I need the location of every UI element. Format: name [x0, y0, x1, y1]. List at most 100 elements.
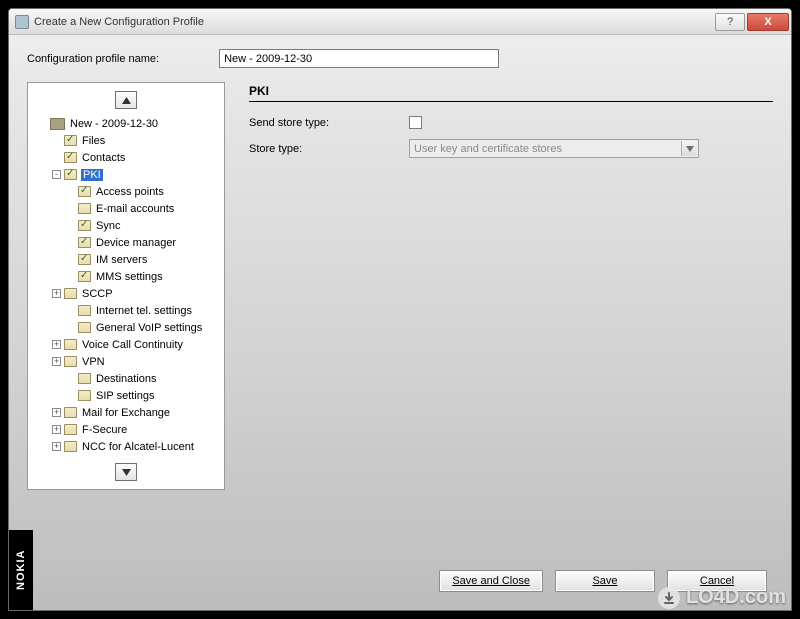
folder-icon [64, 169, 77, 180]
tree-item[interactable]: + MMS settings [64, 268, 218, 285]
close-button[interactable]: X [747, 13, 789, 31]
tree-item-label: Access points [95, 186, 165, 198]
expand-blank-icon: + [66, 238, 75, 247]
profile-name-input[interactable] [219, 49, 499, 68]
tree-item-label: SIP settings [95, 390, 156, 402]
tree-item-label: Files [81, 135, 106, 147]
folder-icon [64, 339, 77, 350]
tree-item[interactable]: +IM servers [64, 251, 218, 268]
download-icon [658, 587, 680, 609]
tree-item[interactable]: +Internet tel. settings [64, 302, 218, 319]
send-store-type-checkbox[interactable] [409, 116, 422, 129]
folder-icon [64, 441, 77, 452]
folder-icon [78, 373, 91, 384]
tree-item-label: General VoIP settings [95, 322, 203, 334]
expand-blank-icon: + [66, 374, 75, 383]
expand-plus-icon[interactable]: + [52, 289, 61, 298]
expand-plus-icon[interactable]: + [52, 357, 61, 366]
store-type-value: User key and certificate stores [414, 143, 562, 155]
expand-blank-icon: + [52, 136, 61, 145]
tree-item[interactable]: + NCC for Alcatel-Lucent [50, 438, 218, 455]
tree-item[interactable]: + General VoIP settings [64, 319, 218, 336]
window-chrome: Create a New Configuration Profile ? X C… [8, 8, 792, 611]
store-type-label: Store type: [249, 143, 409, 155]
tree-item[interactable]: - PKI [50, 166, 218, 183]
expand-plus-icon[interactable]: + [52, 408, 61, 417]
expand-plus-icon[interactable]: + [52, 340, 61, 349]
expand-blank-icon: + [66, 323, 75, 332]
profile-name-row: Configuration profile name: [27, 49, 773, 68]
titlebar: Create a New Configuration Profile ? X [9, 9, 791, 35]
tree-item[interactable]: + SCCP [50, 285, 218, 302]
tree-scroll-down-button[interactable] [115, 463, 137, 481]
expand-blank-icon: + [66, 204, 75, 213]
tree-item[interactable]: + E-mail accounts [64, 200, 218, 217]
folder-icon [64, 407, 77, 418]
tree-item-label: MMS settings [95, 271, 164, 283]
expand-blank-icon: + [66, 272, 75, 281]
send-store-type-label: Send store type: [249, 117, 409, 129]
send-store-type-row: Send store type: [249, 116, 773, 129]
tree-item[interactable]: + VPN [50, 353, 218, 370]
tree-item-label: Contacts [81, 152, 126, 164]
expand-plus-icon[interactable]: + [52, 425, 61, 434]
folder-icon [78, 237, 91, 248]
triangle-up-icon [122, 97, 131, 104]
folder-icon [78, 390, 91, 401]
tree-item-label: Destinations [95, 373, 158, 385]
folder-icon [78, 271, 91, 282]
folder-icon [64, 288, 77, 299]
tree-root[interactable]: + New - 2009-12-30 [36, 115, 218, 132]
folder-icon [64, 424, 77, 435]
tree-item-label: VPN [81, 356, 106, 368]
tree-item[interactable]: + Sync [64, 217, 218, 234]
folder-icon [64, 356, 77, 367]
tree-item[interactable]: + Contacts [50, 149, 218, 166]
tree-item-label: Device manager [95, 237, 177, 249]
tree-item[interactable]: + Destinations [64, 370, 218, 387]
folder-icon [78, 186, 91, 197]
expand-blank-icon: + [38, 119, 47, 128]
store-type-select[interactable]: User key and certificate stores [409, 139, 699, 158]
folder-icon [78, 203, 91, 214]
expand-blank-icon: + [66, 306, 75, 315]
tree-item[interactable]: + Files [50, 132, 218, 149]
expand-blank-icon: + [66, 255, 75, 264]
save-button[interactable]: Save [555, 570, 655, 592]
save-and-close-button[interactable]: Save and Close [439, 570, 543, 592]
tree-item[interactable]: + Voice Call Continuity [50, 336, 218, 353]
folder-icon [78, 322, 91, 333]
tree-item[interactable]: + F-Secure [50, 421, 218, 438]
form-rule [249, 101, 773, 102]
folder-icon [64, 135, 77, 146]
help-button[interactable]: ? [715, 13, 745, 31]
tree-item[interactable]: + Device manager [64, 234, 218, 251]
watermark-text: LO4D.com [686, 586, 786, 609]
tree-item[interactable]: +Mail for Exchange [50, 404, 218, 421]
tree-item-label: SCCP [81, 288, 114, 300]
expand-blank-icon: + [66, 391, 75, 400]
tree-scroll-up-button[interactable] [115, 91, 137, 109]
expand-blank-icon: + [66, 221, 75, 230]
tree-item-label: E-mail accounts [95, 203, 175, 215]
config-tree[interactable]: + New - 2009-12-30 + Files + Contacts - PKI + A… [34, 115, 218, 455]
window-title: Create a New Configuration Profile [34, 16, 204, 28]
client-area: Configuration profile name: + New - 2009… [9, 35, 791, 610]
expand-blank-icon: + [66, 187, 75, 196]
tree-item-label: NCC for Alcatel-Lucent [81, 441, 195, 453]
tree-item-label: PKI [81, 169, 103, 181]
tree-item[interactable]: + Access points [64, 183, 218, 200]
tree-item-label: Sync [95, 220, 121, 232]
form-heading: PKI [249, 84, 773, 98]
expand-plus-icon[interactable]: + [52, 442, 61, 451]
tree-item-label: F-Secure [81, 424, 128, 436]
folder-icon [64, 152, 77, 163]
expand-minus-icon[interactable]: - [52, 170, 61, 179]
tree-item-label: Voice Call Continuity [81, 339, 184, 351]
tree-panel: + New - 2009-12-30 + Files + Contacts - PKI + A… [27, 82, 225, 490]
expand-blank-icon: + [52, 153, 61, 162]
tree-item[interactable]: + SIP settings [64, 387, 218, 404]
folder-icon [50, 118, 65, 130]
watermark: LO4D.com [658, 586, 786, 609]
chevron-down-icon [681, 141, 697, 156]
